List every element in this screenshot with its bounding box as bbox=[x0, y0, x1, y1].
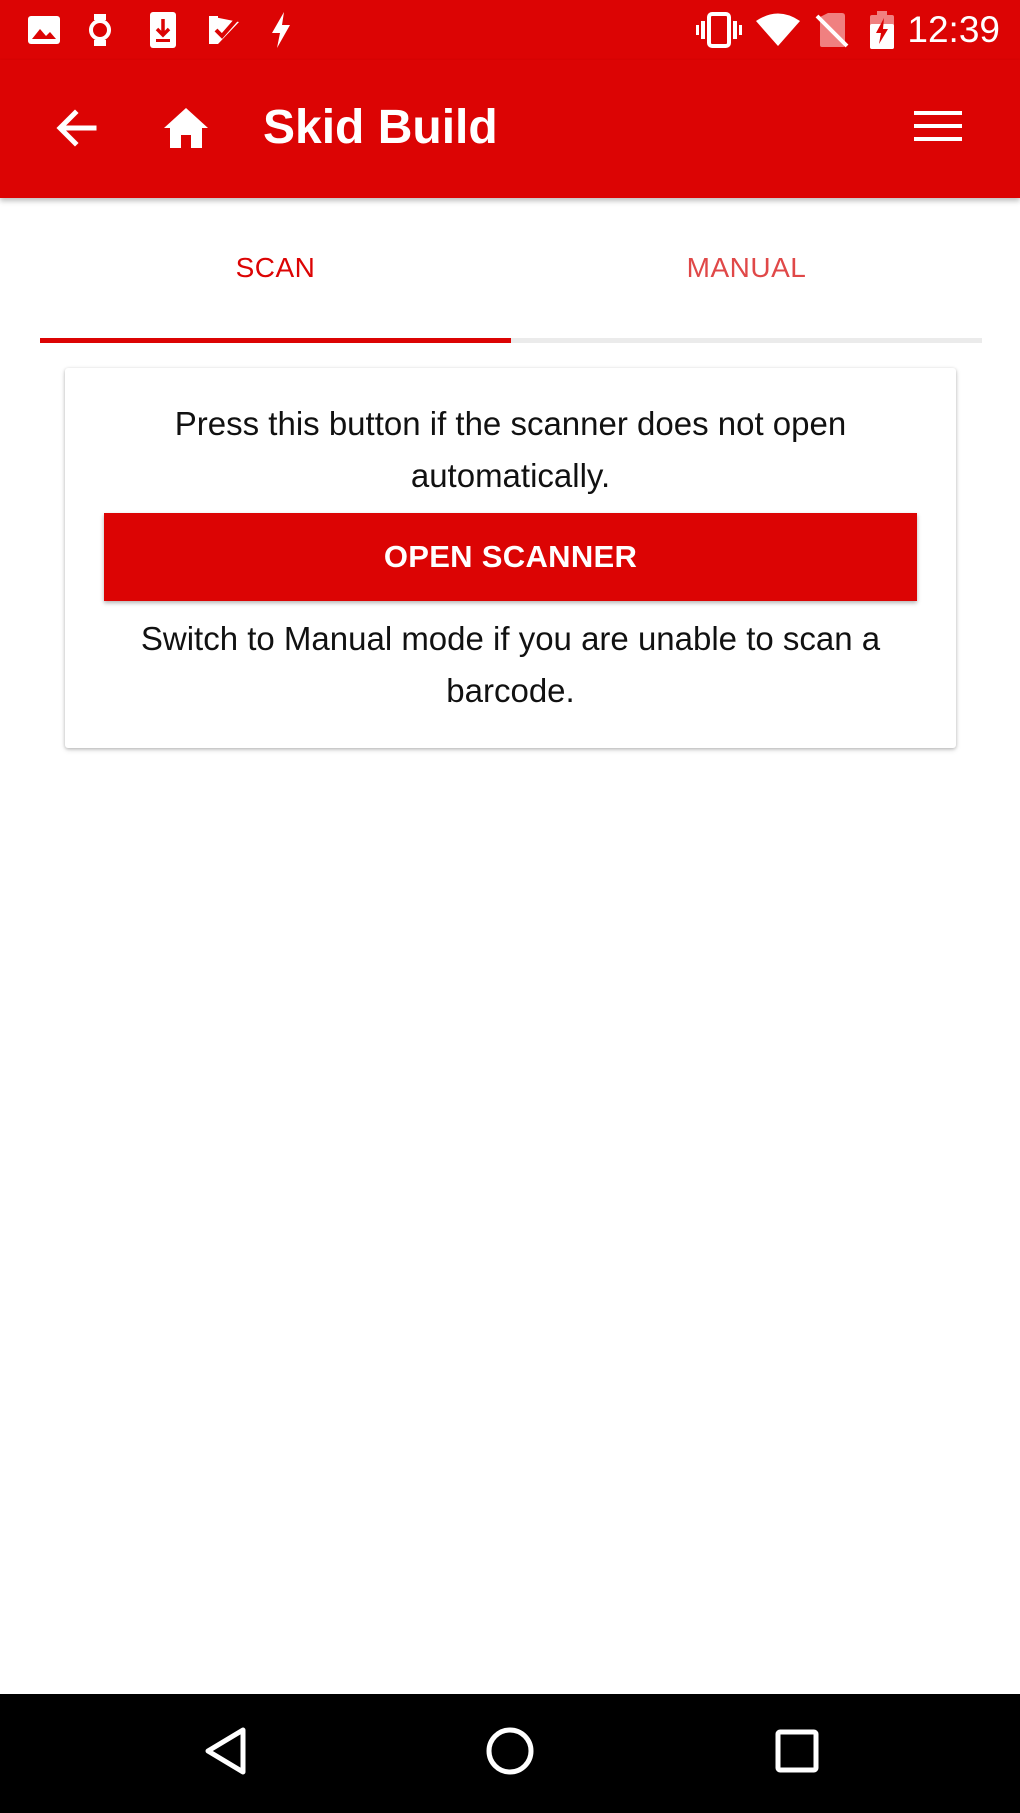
wifi-icon bbox=[755, 10, 801, 50]
download-icon bbox=[148, 10, 178, 50]
image-icon bbox=[26, 10, 62, 50]
navigation-bar bbox=[0, 1694, 1020, 1813]
menu-button[interactable] bbox=[906, 96, 970, 160]
nav-home-button[interactable] bbox=[450, 1694, 570, 1813]
back-icon bbox=[203, 1726, 247, 1781]
flash-icon bbox=[268, 10, 294, 50]
nav-recents-button[interactable] bbox=[737, 1694, 857, 1813]
arrow-back-icon bbox=[54, 106, 98, 155]
no-sim-icon bbox=[814, 10, 850, 50]
home-circle-icon bbox=[485, 1726, 535, 1781]
home-icon bbox=[162, 106, 210, 155]
manual-mode-hint: Switch to Manual mode if you are unable … bbox=[140, 620, 881, 709]
scanner-instruction: Press this button if the scanner does no… bbox=[174, 405, 847, 494]
home-button[interactable] bbox=[156, 100, 216, 160]
battery-charging-icon bbox=[868, 10, 896, 50]
recents-icon bbox=[775, 1729, 819, 1778]
tab-scan[interactable]: SCAN bbox=[40, 198, 511, 343]
checklist-icon bbox=[206, 10, 242, 50]
scanner-card: Press this button if the scanner does no… bbox=[65, 368, 956, 748]
open-scanner-button[interactable]: OPEN SCANNER bbox=[104, 513, 917, 601]
back-button[interactable] bbox=[46, 100, 106, 160]
tab-manual[interactable]: MANUAL bbox=[511, 198, 982, 343]
status-bar: 12:39 bbox=[0, 0, 1020, 60]
hamburger-menu-icon bbox=[914, 109, 962, 148]
mode-tabs: SCAN MANUAL bbox=[40, 198, 982, 343]
vibrate-icon bbox=[696, 10, 742, 50]
nav-back-button[interactable] bbox=[165, 1694, 285, 1813]
app-bar: Skid Build bbox=[0, 60, 1020, 198]
status-time: 12:39 bbox=[907, 9, 1000, 50]
watch-icon bbox=[88, 10, 112, 50]
page-title: Skid Build bbox=[263, 101, 498, 154]
tab-indicator bbox=[40, 338, 511, 343]
